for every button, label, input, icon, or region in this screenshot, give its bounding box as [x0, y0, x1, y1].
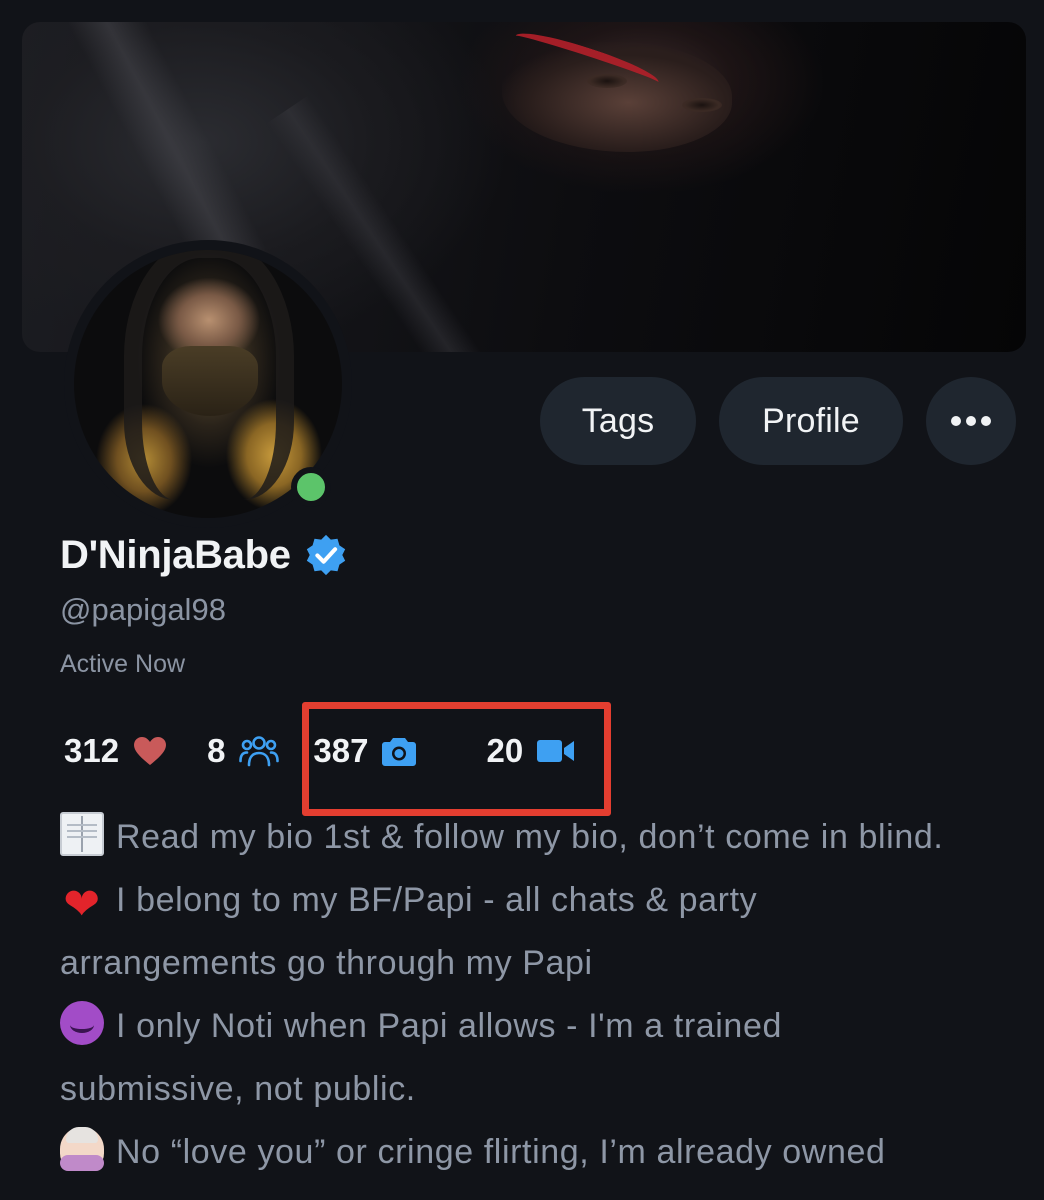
more-horizontal-icon — [951, 416, 991, 426]
bio-text: Read my bio 1st & follow my bio, don’t c… — [116, 818, 944, 856]
profile-button[interactable]: Profile — [719, 377, 903, 465]
display-name: D'NinjaBabe — [60, 532, 291, 577]
verified-badge-icon — [306, 534, 345, 576]
users-group-icon — [239, 736, 280, 767]
bio-line: No “love you” or cringe flirting, I’m al… — [60, 1121, 1030, 1184]
bio-text: arrangements go through my Papi — [60, 944, 593, 982]
highlight-box-annotation — [302, 702, 611, 816]
bio-line: arrangements go through my Papi — [60, 932, 1030, 995]
person-gesturing-no-emoji-icon — [60, 1127, 104, 1171]
more-options-button[interactable] — [926, 377, 1016, 465]
activity-status: Active Now — [60, 650, 186, 678]
bio: Read my bio 1st & follow my bio, don’t c… — [60, 806, 1030, 1184]
tags-button[interactable]: Tags — [540, 377, 696, 465]
fans-stat[interactable]: 8 — [207, 732, 280, 770]
heart-icon — [134, 737, 167, 765]
likes-count: 312 — [64, 732, 120, 769]
name-row: D'NinjaBabe — [60, 532, 349, 578]
user-handle: @papigal98 — [60, 592, 226, 627]
open-book-emoji-icon — [60, 812, 104, 856]
fans-count: 8 — [207, 732, 226, 769]
bio-line: ❤ I belong to my BF/Papi - all chats & pa… — [60, 869, 1030, 932]
likes-stat[interactable]: 312 — [64, 732, 167, 770]
profile-page: Tags Profile D'NinjaBabe @papigal98 Acti… — [0, 0, 1044, 1200]
bio-line: Read my bio 1st & follow my bio, don’t c… — [60, 806, 1030, 869]
bio-line: submissive, not public. — [60, 1058, 1030, 1121]
tags-button-label: Tags — [581, 401, 655, 440]
profile-button-label: Profile — [762, 401, 860, 440]
online-status-indicator — [291, 467, 331, 507]
bio-text: I only Noti when Papi allows - I'm a tra… — [116, 1007, 782, 1045]
bio-text: I belong to my BF/Papi - all chats & par… — [116, 881, 758, 919]
red-heart-emoji-icon: ❤ — [63, 880, 101, 929]
bio-text: No “love you” or cringe flirting, I’m al… — [116, 1133, 886, 1171]
smiling-devil-emoji-icon — [60, 1001, 104, 1045]
bio-line: I only Noti when Papi allows - I'm a tra… — [60, 995, 1030, 1058]
bio-text: submissive, not public. — [60, 1070, 416, 1108]
